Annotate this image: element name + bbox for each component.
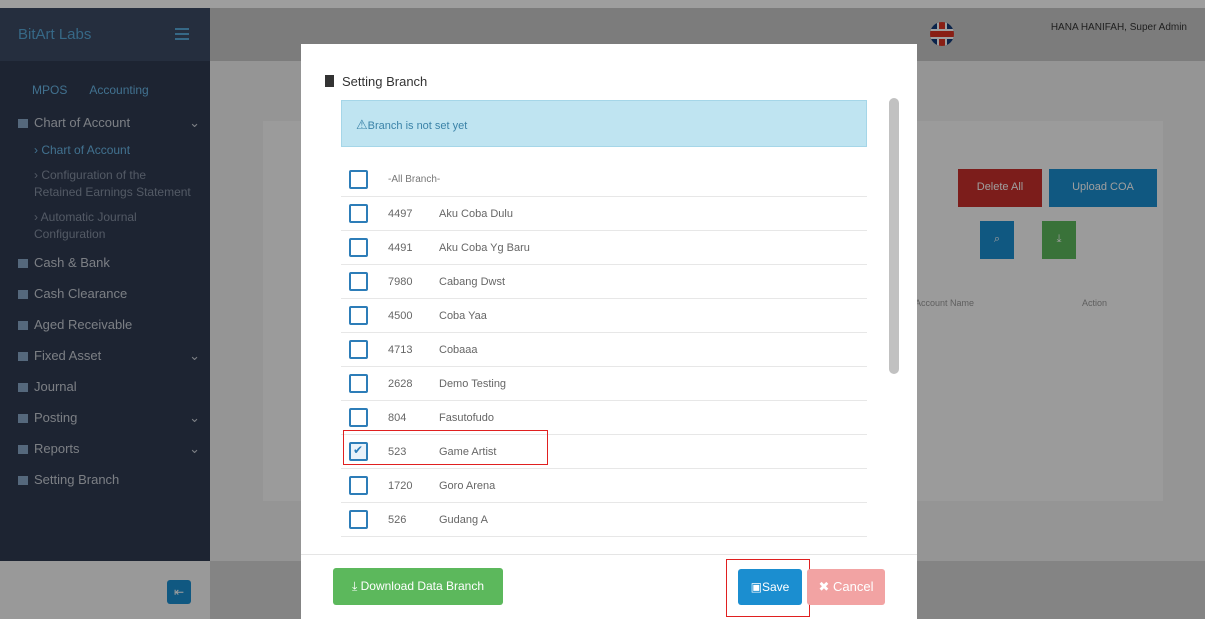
- floppy-icon: ▣: [750, 580, 762, 594]
- checkbox-all-branch[interactable]: [349, 170, 368, 189]
- branch-code: 804: [388, 412, 407, 424]
- branch-name: Fasutofudo: [439, 412, 495, 424]
- list-item[interactable]: 4713 Cobaaa: [341, 333, 867, 367]
- branch-name: Aku Coba Dulu: [439, 208, 513, 220]
- warning-icon: ⚠: [356, 117, 368, 132]
- branch-checkbox[interactable]: [349, 306, 368, 325]
- branch-code: 4497: [388, 208, 413, 220]
- save-button[interactable]: ▣Save: [738, 569, 802, 605]
- branch-checkbox[interactable]: [349, 476, 368, 495]
- branch-checkbox[interactable]: [349, 340, 368, 359]
- branch-code: 4500: [388, 310, 413, 322]
- list-item[interactable]: 1720 Goro Arena: [341, 469, 867, 503]
- branch-name: Aku Coba Yg Baru: [439, 242, 530, 254]
- branch-code: 2628: [388, 378, 413, 390]
- all-branch-label: -All Branch-: [388, 174, 441, 185]
- building-icon: [325, 75, 334, 87]
- list-item[interactable]: 4500 Coba Yaa: [341, 299, 867, 333]
- branch-checkbox[interactable]: [349, 374, 368, 393]
- close-icon: ✖: [818, 579, 830, 594]
- branch-checkbox[interactable]: [349, 238, 368, 257]
- branch-code: 1720: [388, 480, 413, 492]
- branch-list: -All Branch- 4497 Aku Coba Dulu 4491 Aku C…: [341, 163, 867, 537]
- branch-name: Demo Testing: [439, 378, 507, 390]
- branch-code: 7980: [388, 276, 413, 288]
- branch-checkbox[interactable]: [349, 408, 368, 427]
- branch-checkbox[interactable]: [349, 204, 368, 223]
- branch-name: Goro Arena: [439, 480, 496, 492]
- download-data-branch-button[interactable]: ⤓ Download Data Branch: [333, 568, 503, 605]
- modal-footer: ⤓ Download Data Branch ▣Save ✖ Cancel: [301, 554, 917, 619]
- list-item[interactable]: 7980 Cabang Dwst: [341, 265, 867, 299]
- list-item[interactable]: 4491 Aku Coba Yg Baru: [341, 231, 867, 265]
- list-item[interactable]: 526 Gudang A: [341, 503, 867, 537]
- setting-branch-modal: Setting Branch ⚠Branch is not set yet -A…: [301, 44, 917, 619]
- selection-highlight-box: [343, 430, 548, 465]
- branch-code: 4713: [388, 344, 413, 356]
- download-icon: ⤓: [351, 579, 358, 593]
- branch-code: 526: [388, 514, 407, 526]
- list-item[interactable]: 2628 Demo Testing: [341, 367, 867, 401]
- branch-name: Gudang A: [439, 514, 488, 526]
- branch-name: Cabang Dwst: [439, 276, 506, 288]
- branch-name: Cobaaa: [439, 344, 478, 356]
- branch-code: 4491: [388, 242, 413, 254]
- branch-checkbox[interactable]: [349, 510, 368, 529]
- modal-scrollbar[interactable]: [889, 98, 899, 374]
- cancel-button[interactable]: ✖ Cancel: [807, 569, 885, 605]
- list-item[interactable]: 4497 Aku Coba Dulu: [341, 197, 867, 231]
- branch-alert: ⚠Branch is not set yet: [341, 100, 867, 147]
- modal-title: Setting Branch: [325, 74, 427, 89]
- branch-name: Coba Yaa: [439, 310, 487, 322]
- branch-checkbox[interactable]: [349, 272, 368, 291]
- list-item-all-branch[interactable]: -All Branch-: [341, 163, 867, 197]
